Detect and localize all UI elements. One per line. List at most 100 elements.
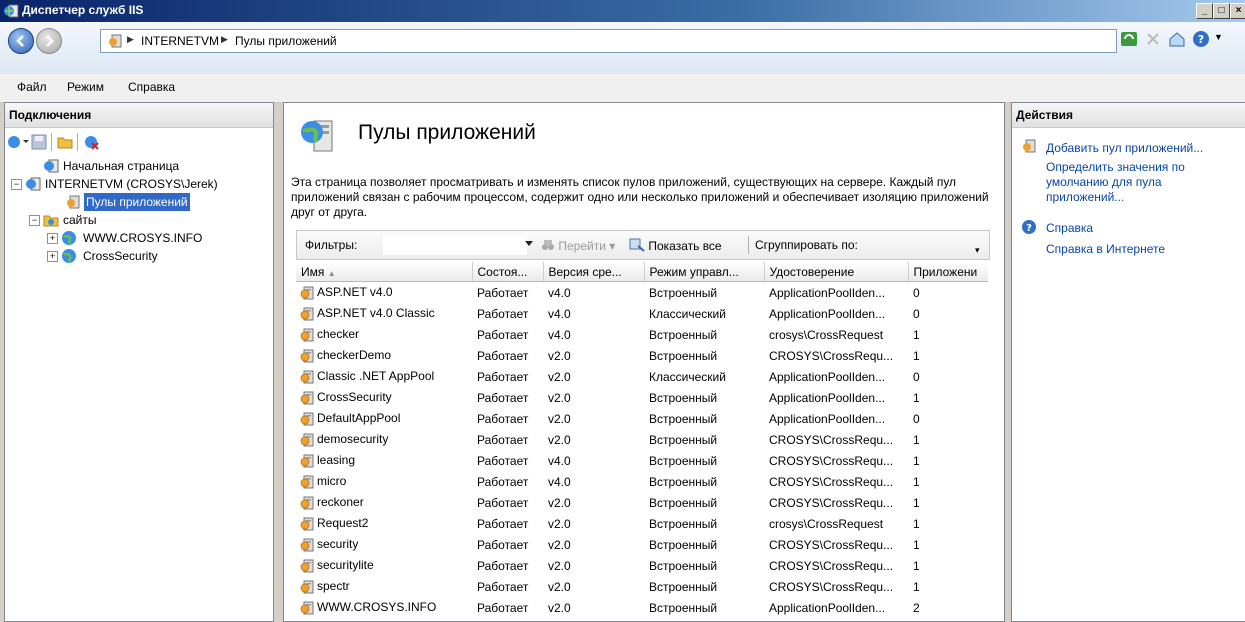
column-header-applications[interactable]: Приложени	[908, 262, 988, 282]
pool-identity: CROSYS\CrossRequ...	[769, 558, 894, 573]
filter-input[interactable]	[383, 235, 527, 255]
pool-app-count: 1	[913, 516, 920, 531]
table-row[interactable]: securitylite Работает v2.0 Встроенный CROSYS…	[296, 555, 988, 576]
table-row[interactable]: ASP.NET v4.0 Работает v4.0 Встроенный Applic…	[296, 282, 988, 304]
save-icon[interactable]	[31, 134, 47, 150]
help-link[interactable]: Справка	[1046, 221, 1093, 236]
table-row[interactable]: reckoner Работает v2.0 Встроенный CROSYS\Cro…	[296, 492, 988, 513]
pool-app-count: 2	[913, 600, 920, 615]
pool-name: Request2	[296, 513, 472, 534]
expand-toggle[interactable]: +	[47, 251, 58, 262]
group-by-dropdown[interactable]: Сгруппировать по:	[755, 238, 858, 252]
pool-clr-version: v2.0	[548, 558, 571, 573]
pool-identity: CROSYS\CrossRequ...	[769, 453, 894, 468]
pool-clr-version: v2.0	[548, 348, 571, 363]
show-all-icon	[629, 238, 645, 252]
page-description: Эта страница позволяет просматривать и и…	[291, 175, 989, 219]
collapse-toggle[interactable]: −	[11, 179, 22, 190]
back-button[interactable]	[8, 28, 34, 54]
address-breadcrumb[interactable]: ▶ INTERNETVM ▶ Пулы приложений	[100, 29, 1117, 53]
maximize-button[interactable]: □	[1213, 3, 1230, 19]
table-row[interactable]: leasing Работает v4.0 Встроенный CROSYS\Cros…	[296, 450, 988, 471]
filter-dropdown-arrow-icon[interactable]	[525, 241, 533, 246]
chevron-down-icon[interactable]: ▾	[975, 245, 980, 256]
pool-identity: ApplicationPoolIden...	[769, 369, 886, 384]
app-pool-icon	[300, 370, 314, 383]
set-defaults-link[interactable]: Определить значения по умолчанию для пул…	[1046, 160, 1216, 205]
connections-header: Подключения	[5, 103, 273, 128]
app-pool-icon	[300, 601, 314, 614]
pool-name: security	[296, 534, 472, 555]
pool-name: ASP.NET v4.0 Classic	[296, 303, 472, 324]
pool-identity: CROSYS\CrossRequ...	[769, 537, 894, 552]
page-title: Пулы приложений	[358, 121, 536, 144]
pool-app-count: 0	[913, 306, 920, 321]
chevron-down-icon[interactable]: ▼	[1214, 32, 1223, 42]
pool-app-count: 1	[913, 453, 920, 468]
pool-name: demosecurity	[296, 429, 472, 450]
help-icon[interactable]: ?	[1192, 30, 1210, 48]
pool-app-count: 0	[913, 411, 920, 426]
table-row[interactable]: checkerDemo Работает v2.0 Встроенный CROSYS\…	[296, 345, 988, 366]
main-content: Пулы приложений Эта страница позволяет п…	[283, 102, 1005, 622]
table-row[interactable]: Request2 Работает v2.0 Встроенный crosys\Cro…	[296, 513, 988, 534]
table-row[interactable]: micro Работает v4.0 Встроенный CROSYS\CrossR…	[296, 471, 988, 492]
close-button[interactable]: ×	[1230, 3, 1245, 19]
home-icon[interactable]	[1168, 30, 1186, 48]
go-button[interactable]: Перейти ▾	[541, 238, 615, 253]
pool-pipeline-mode: Встроенный	[649, 390, 718, 405]
start-page-icon	[44, 159, 59, 173]
pool-pipeline-mode: Встроенный	[649, 558, 718, 573]
refresh-icon[interactable]	[1120, 30, 1138, 48]
pool-status: Работает	[477, 390, 529, 405]
online-help-link[interactable]: Справка в Интернете	[1046, 242, 1165, 257]
column-header-name[interactable]: Имя ▲	[296, 262, 473, 282]
app-pool-icon	[300, 391, 314, 404]
pool-clr-version: v2.0	[548, 495, 571, 510]
table-row[interactable]: CrossSecurity Работает v2.0 Встроенный Appli…	[296, 387, 988, 408]
open-folder-icon[interactable]	[57, 134, 73, 150]
menu-help[interactable]: Справка	[128, 80, 175, 94]
pool-pipeline-mode: Встроенный	[649, 495, 718, 510]
table-row[interactable]: security Работает v2.0 Встроенный CROSYS\Cro…	[296, 534, 988, 555]
pool-status: Работает	[477, 306, 529, 321]
breadcrumb-app-pools[interactable]: Пулы приложений	[235, 34, 337, 48]
column-header-pipeline-mode[interactable]: Режим управл...	[644, 262, 765, 282]
table-row[interactable]: DefaultAppPool Работает v2.0 Встроенный Appl…	[296, 408, 988, 429]
pool-status: Работает	[477, 411, 529, 426]
table-row[interactable]: ASP.NET v4.0 Classic Работает v4.0 Классиче…	[296, 303, 988, 324]
connect-icon[interactable]	[7, 134, 29, 150]
table-row[interactable]: spectr Работает v2.0 Встроенный CROSYS\Cross…	[296, 576, 988, 597]
disconnect-icon[interactable]	[83, 134, 99, 150]
stop-icon[interactable]	[1144, 30, 1162, 48]
pool-pipeline-mode: Встроенный	[649, 579, 718, 594]
column-header-identity[interactable]: Удостоверение	[764, 262, 909, 282]
table-row[interactable]: WWW.CROSYS.INFO Работает v2.0 Встроенный App…	[296, 597, 988, 618]
column-header-version[interactable]: Версия сре...	[543, 262, 645, 282]
forward-button[interactable]	[36, 28, 62, 54]
breadcrumb-server[interactable]: INTERNETVM	[141, 34, 219, 48]
pool-status: Работает	[477, 495, 529, 510]
pool-name: DefaultAppPool	[296, 408, 472, 429]
pool-app-count: 1	[913, 579, 920, 594]
pool-name: checkerDemo	[296, 345, 472, 366]
pool-pipeline-mode: Встроенный	[649, 537, 718, 552]
table-row[interactable]: Classic .NET AppPool Работает v2.0 Классиче…	[296, 366, 988, 387]
pool-identity: ApplicationPoolIden...	[769, 285, 886, 300]
column-header-status[interactable]: Состоя...	[472, 262, 544, 282]
show-all-button[interactable]: Показать все	[629, 238, 722, 253]
table-row[interactable]: checker Работает v4.0 Встроенный crosys\Cros…	[296, 324, 988, 345]
pool-status: Работает	[477, 600, 529, 615]
table-row[interactable]: demosecurity Работает v2.0 Встроенный CROSYS…	[296, 429, 988, 450]
pool-status: Работает	[477, 348, 529, 363]
pool-app-count: 1	[913, 495, 920, 510]
menu-file[interactable]: Файл	[17, 80, 47, 94]
pool-identity: ApplicationPoolIden...	[769, 411, 886, 426]
collapse-toggle[interactable]: −	[29, 215, 40, 226]
pool-identity: ApplicationPoolIden...	[769, 306, 886, 321]
menu-view[interactable]: Режим	[67, 80, 104, 94]
expand-toggle[interactable]: +	[47, 233, 58, 244]
add-app-pool-link[interactable]: Добавить пул приложений...	[1046, 141, 1242, 156]
minimize-button[interactable]: _	[1196, 3, 1213, 19]
pool-pipeline-mode: Встроенный	[649, 474, 718, 489]
